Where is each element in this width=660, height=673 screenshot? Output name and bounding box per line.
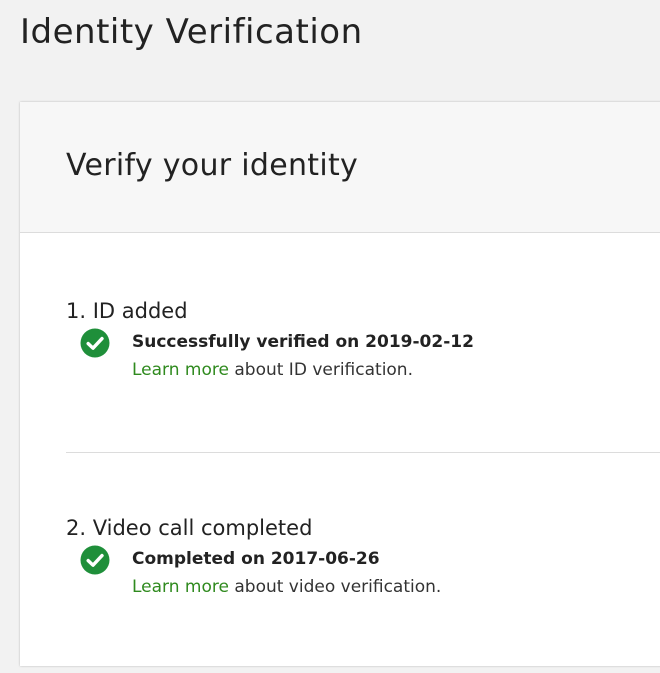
- info-suffix: about video verification.: [228, 577, 442, 597]
- status-text: Completed on 2017-06-26: [132, 549, 380, 569]
- step-title: 1. ID added: [66, 299, 188, 323]
- learn-more-link[interactable]: Learn more: [132, 577, 229, 597]
- status-row: Completed on 2017-06-26: [66, 545, 660, 575]
- learn-more-link[interactable]: Learn more: [132, 360, 229, 380]
- info-text: Learn more about video verification.: [132, 577, 660, 597]
- verification-card: Verify your identity 1. ID added Success…: [20, 102, 660, 666]
- step-video-call: 2. Video call completed Completed on 201…: [66, 515, 660, 597]
- check-circle-icon: [80, 545, 110, 575]
- check-circle-icon: [80, 328, 110, 358]
- status-text: Successfully verified on 2019-02-12: [132, 332, 474, 352]
- info-text: Learn more about ID verification.: [132, 360, 660, 380]
- step-id-added: 1. ID added Successfully verified on 201…: [66, 298, 660, 380]
- card-header: Verify your identity: [20, 102, 660, 233]
- status-row: Successfully verified on 2019-02-12: [66, 328, 660, 358]
- divider: [66, 452, 660, 453]
- page-title: Identity Verification: [20, 12, 363, 52]
- card-title: Verify your identity: [66, 148, 359, 183]
- step-title: 2. Video call completed: [66, 516, 313, 540]
- info-suffix: about ID verification.: [228, 360, 413, 380]
